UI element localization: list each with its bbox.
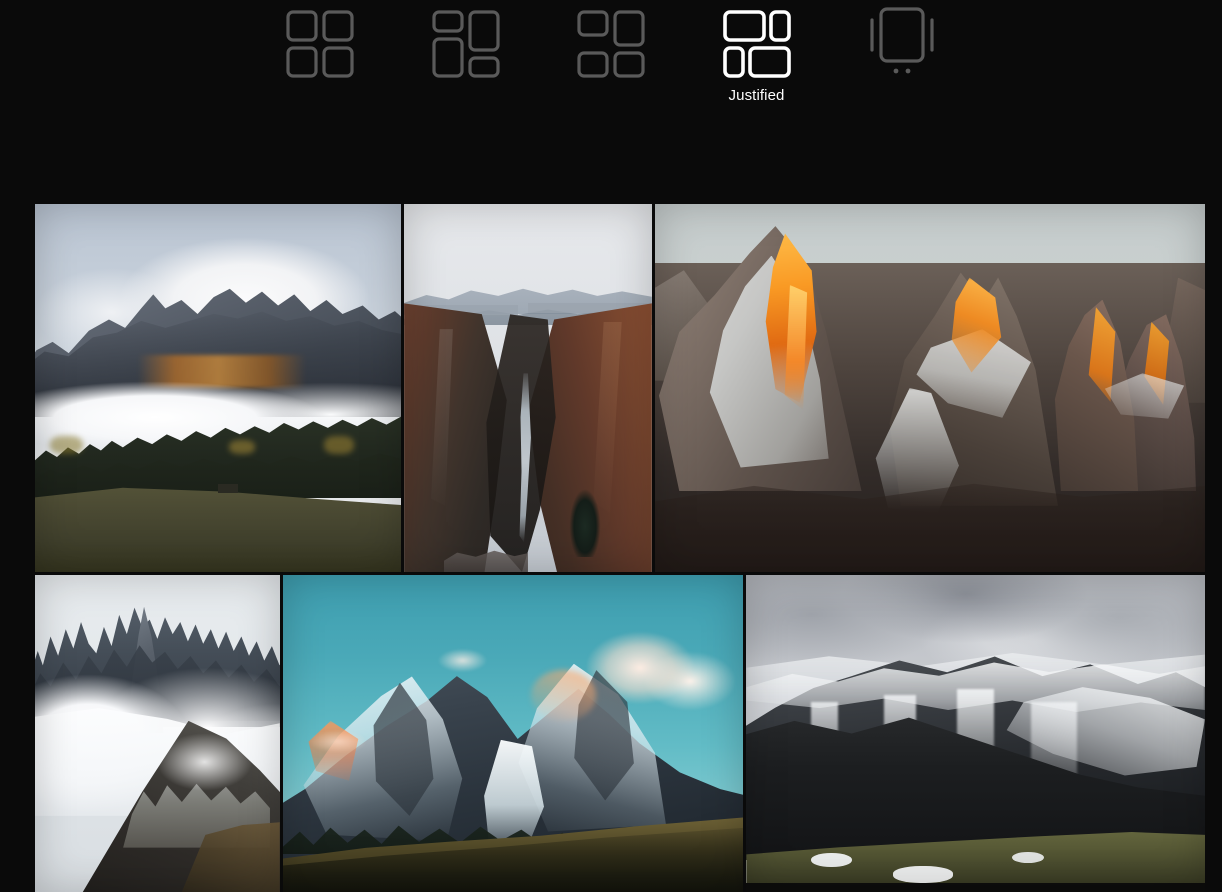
layout-option-justified[interactable]: Justified bbox=[717, 0, 797, 103]
layout-option-grid[interactable] bbox=[280, 0, 360, 88]
photo-thumbnail bbox=[404, 204, 652, 572]
gallery-row bbox=[35, 204, 1205, 572]
photo-thumbnail bbox=[654, 204, 1205, 572]
photo-thumbnail bbox=[282, 575, 744, 892]
photo-gallery bbox=[35, 204, 1205, 892]
photo-thumbnail bbox=[35, 575, 280, 892]
photo-thumbnail bbox=[746, 575, 1205, 892]
grid-2x2-icon bbox=[280, 0, 360, 82]
gallery-row bbox=[35, 575, 1205, 892]
layout-option-list: Justified bbox=[280, 0, 942, 140]
gallery-photo-6[interactable] bbox=[746, 575, 1205, 892]
layout-option-masonry[interactable] bbox=[426, 0, 506, 88]
gallery-photo-1[interactable] bbox=[35, 204, 402, 572]
layout-option-label: Justified bbox=[728, 87, 785, 104]
gallery-photo-3[interactable] bbox=[654, 204, 1205, 572]
gallery-layout-toolbar: Justified bbox=[0, 0, 1222, 196]
justified-grid-icon bbox=[717, 0, 797, 82]
gallery-photo-4[interactable] bbox=[35, 575, 280, 892]
carousel-slider-icon bbox=[862, 0, 942, 82]
masonry-grid-icon bbox=[426, 0, 506, 82]
gallery-photo-5[interactable] bbox=[282, 575, 744, 892]
layout-option-mosaic[interactable] bbox=[571, 0, 651, 88]
layout-option-carousel[interactable] bbox=[862, 0, 942, 88]
mosaic-grid-icon bbox=[571, 0, 651, 82]
gallery-photo-2[interactable] bbox=[404, 204, 652, 572]
photo-thumbnail bbox=[35, 204, 402, 572]
